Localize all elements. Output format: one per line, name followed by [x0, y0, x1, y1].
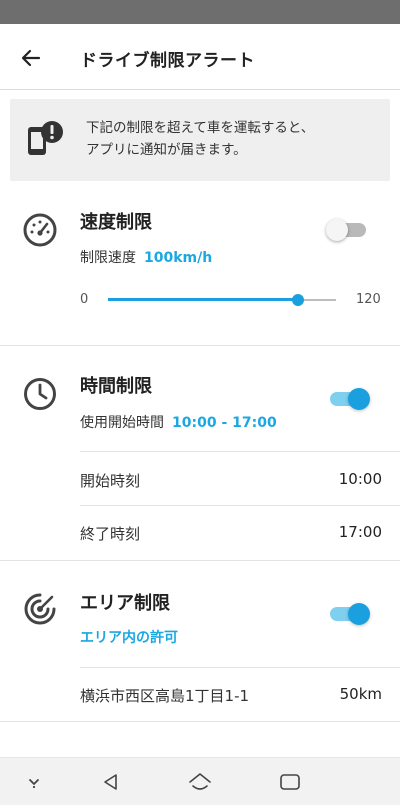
end-time-value[interactable]: 17:00 [339, 523, 382, 541]
speed-limit-section: 速度制限 制限速度 100km/h [0, 190, 400, 345]
area-limit-toggle[interactable] [326, 602, 370, 626]
back-triangle-icon [104, 774, 117, 790]
end-time-label[interactable]: 終了時刻 [80, 523, 140, 544]
area-limit-section: エリア制限 エリア内の許可 横浜市西区高島1丁目1-1 50km [0, 561, 400, 721]
notice-text: 下記の制限を超えて車を運転すると、 アプリに通知が届きます。 [86, 117, 376, 161]
time-limit-label-text: 使用開始時間 [80, 415, 164, 431]
time-limit-title: 時間制限 [80, 376, 152, 397]
slider-max-label: 120 [356, 292, 381, 307]
speed-slider[interactable] [108, 292, 336, 308]
speed-limit-label: 制限速度 100km/h [80, 247, 212, 267]
time-limit-value: 10:00 - 17:00 [172, 415, 277, 431]
speed-limit-label-text: 制限速度 [80, 250, 136, 266]
area-location-label[interactable]: 横浜市西区高島1丁目1-1 [80, 685, 249, 706]
time-limit-label: 使用開始時間 10:00 - 17:00 [80, 412, 277, 432]
page-title: ドライブ制限アラート [80, 51, 255, 71]
back-arrow-icon [21, 49, 41, 67]
status-bar [0, 0, 400, 24]
area-limit-title: エリア制限 [80, 593, 170, 614]
row-divider [80, 451, 400, 452]
row-divider [80, 505, 400, 506]
nav-back-button[interactable] [97, 768, 125, 796]
phone-alert-icon [28, 121, 63, 155]
start-time-label[interactable]: 開始時刻 [80, 470, 140, 491]
speedometer-icon [23, 213, 57, 247]
time-limit-section: 時間制限 使用開始時間 10:00 - 17:00 開始時刻 10:00 終了時刻… [0, 346, 400, 560]
app-bar: ドライブ制限アラート [0, 24, 400, 90]
notice-line-2: アプリに通知が届きます。 [86, 142, 247, 158]
nav-home-button[interactable] [186, 768, 214, 796]
slider-min-label: 0 [80, 292, 89, 307]
chevron-down-icon [29, 779, 39, 789]
toggle-thumb [348, 388, 370, 410]
back-button[interactable] [14, 41, 48, 75]
area-radius-value[interactable]: 50km [340, 685, 382, 703]
speed-limit-toggle[interactable] [326, 218, 370, 242]
section-divider [0, 721, 400, 722]
row-divider [80, 667, 400, 668]
slider-thumb[interactable] [291, 294, 304, 306]
start-time-value[interactable]: 10:00 [339, 470, 382, 488]
target-icon [24, 593, 56, 625]
system-nav-bar [0, 757, 400, 805]
home-icon [189, 773, 211, 790]
area-permission-link[interactable]: エリア内の許可 [80, 627, 178, 647]
nav-recents-button[interactable] [276, 768, 304, 796]
toggle-thumb [348, 603, 370, 625]
speed-limit-title: 速度制限 [80, 212, 152, 233]
clock-icon [24, 378, 56, 410]
slider-fill [108, 298, 298, 301]
recents-icon [280, 774, 300, 790]
info-notice: 下記の制限を超えて車を運転すると、 アプリに通知が届きます。 [10, 99, 390, 181]
nav-hide-button[interactable] [20, 768, 48, 796]
notice-line-1: 下記の制限を超えて車を運転すると、 [86, 120, 315, 136]
speed-limit-value: 100km/h [144, 250, 213, 266]
time-limit-toggle[interactable] [326, 387, 370, 411]
toggle-thumb [326, 219, 348, 241]
